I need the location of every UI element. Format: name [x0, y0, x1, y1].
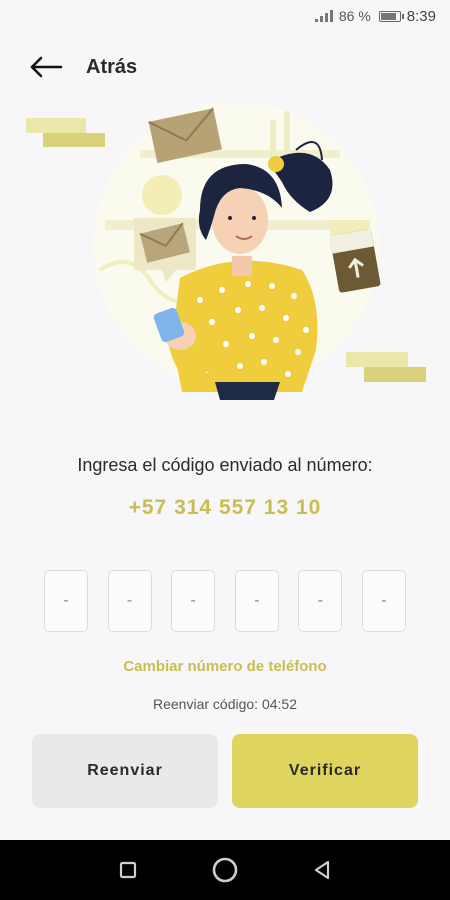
change-phone-number-link[interactable]: Cambiar número de teléfono [0, 658, 450, 675]
battery-icon [378, 10, 404, 22]
battery-level [380, 12, 396, 20]
status-bar: 86 % 8:39 [0, 0, 450, 32]
code-digit-5[interactable]: - [298, 570, 343, 632]
code-digit-2[interactable]: - [107, 570, 152, 632]
page-title: Atrás [86, 55, 138, 78]
system-back-button[interactable] [302, 850, 342, 890]
woman-with-phone-illustration [26, 102, 426, 400]
resend-button[interactable]: Reenviar [32, 734, 218, 808]
code-digit-1[interactable]: - [44, 570, 88, 632]
illustration [0, 100, 450, 410]
square-recents-icon [120, 861, 137, 879]
navigation-bar [0, 840, 450, 900]
code-digit-6[interactable]: - [361, 570, 406, 632]
code-input-row: - - - - - - [44, 570, 406, 632]
recents-button[interactable] [108, 850, 148, 890]
verify-button[interactable]: Verificar [232, 734, 418, 808]
resend-timer: Reenviar código: 04:52 [153, 696, 297, 712]
arrow-left-icon [30, 56, 63, 78]
code-digit-4[interactable]: - [234, 570, 279, 632]
code-digit-3[interactable]: - [171, 570, 216, 632]
header: Atrás [0, 44, 450, 90]
home-button[interactable] [205, 850, 245, 890]
circle-home-icon [212, 857, 238, 883]
phone-number: +57 314 557 13 10 [128, 496, 322, 519]
clock: 8:39 [406, 7, 436, 25]
verification-prompt: Ingresa el código enviado al número: [77, 455, 373, 475]
battery-percent: 86 % [338, 8, 371, 24]
signal-icon [314, 10, 333, 22]
triangle-back-icon [314, 860, 329, 880]
back-button[interactable] [16, 44, 76, 90]
